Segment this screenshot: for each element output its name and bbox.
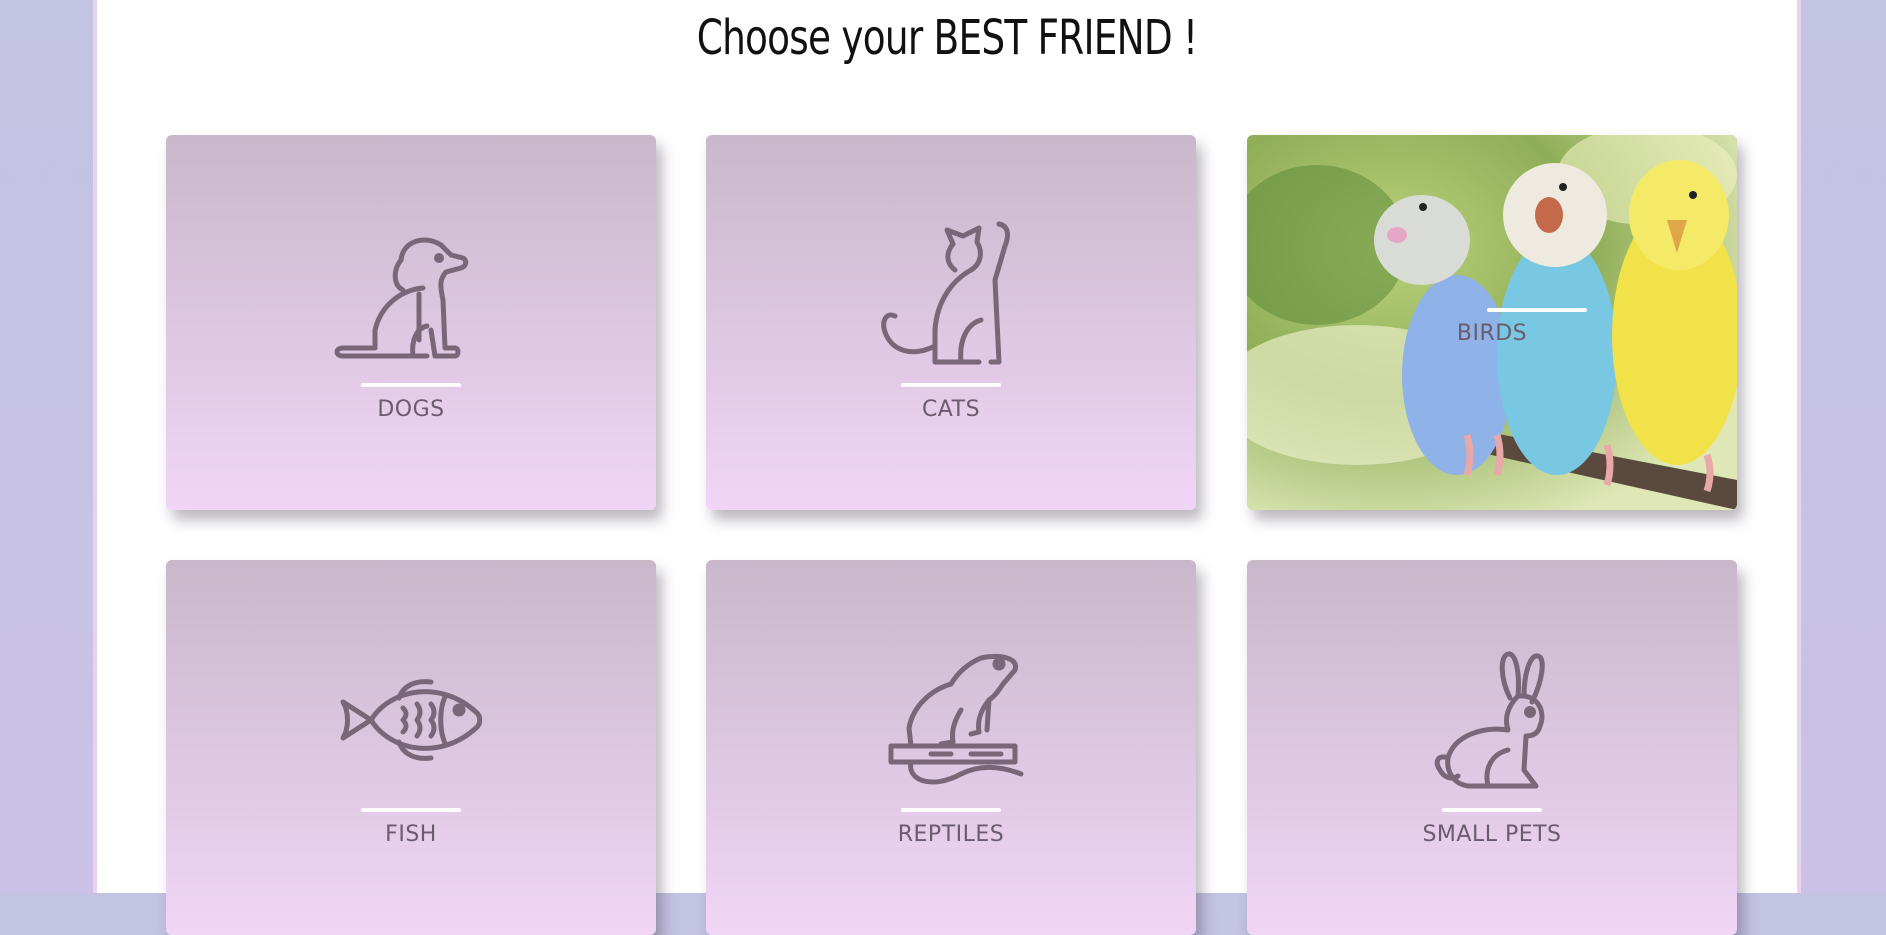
category-card-reptiles[interactable]: REPTILES	[706, 560, 1196, 935]
cat-icon	[871, 220, 1031, 370]
label-underline	[901, 808, 1001, 812]
category-label: DOGS	[377, 397, 445, 422]
category-label: FISH	[385, 822, 437, 847]
category-card-birds[interactable]: BIRDS	[1247, 135, 1737, 510]
fish-icon	[331, 660, 491, 780]
category-label: SMALL PETS	[1422, 822, 1562, 847]
frog-icon	[871, 650, 1031, 790]
content-panel: Choose your BEST FRIEND ! DOGS CATS BIRD…	[93, 0, 1801, 935]
category-card-fish[interactable]: FISH	[166, 560, 656, 935]
label-underline	[1487, 308, 1587, 312]
label-underline	[1442, 808, 1542, 812]
category-card-cats[interactable]: CATS	[706, 135, 1196, 510]
category-label: REPTILES	[897, 822, 1005, 847]
label-underline	[901, 383, 1001, 387]
rabbit-icon	[1412, 650, 1572, 795]
page-title: Choose your BEST FRIEND !	[696, 10, 1198, 66]
category-card-small-pets[interactable]: SMALL PETS	[1247, 560, 1737, 935]
dog-icon	[331, 230, 491, 370]
category-label: CATS	[921, 397, 981, 422]
label-underline	[361, 808, 461, 812]
label-underline	[361, 383, 461, 387]
category-label: BIRDS	[1456, 321, 1528, 346]
category-card-dogs[interactable]: DOGS	[166, 135, 656, 510]
